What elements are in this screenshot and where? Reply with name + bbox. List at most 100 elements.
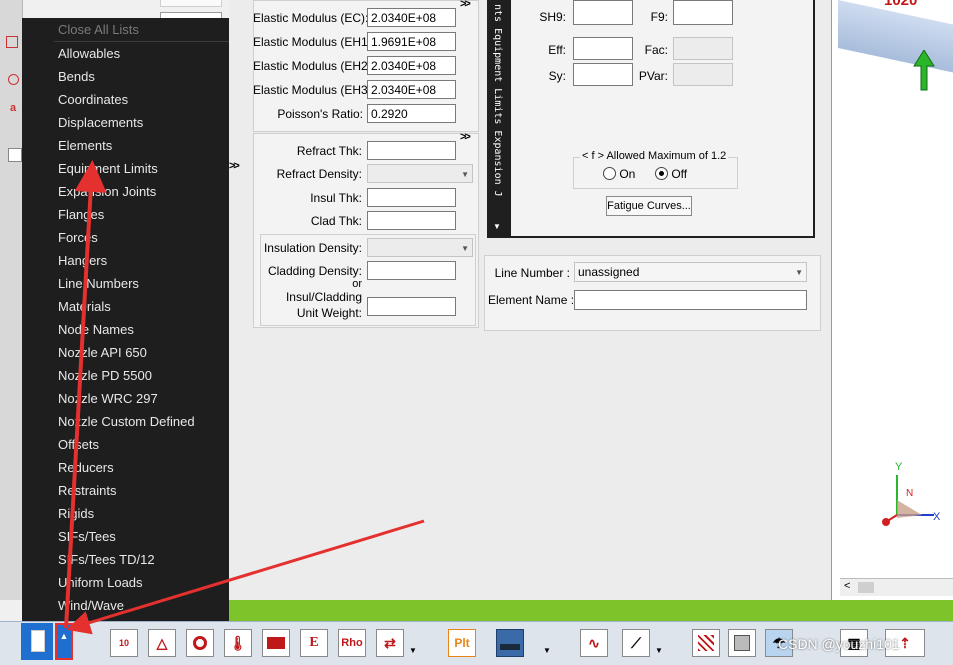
circle-tool-icon[interactable] xyxy=(8,74,19,85)
unit-weight-label-1: Insul/Cladding xyxy=(285,290,362,304)
hatch-icon xyxy=(698,635,714,651)
material-field-input[interactable]: 1.9691E+08 xyxy=(367,32,456,51)
sh9-label: SH9: xyxy=(539,10,566,24)
plot-button[interactable]: Plt xyxy=(448,629,476,657)
pipe-add-button[interactable]: ⟋ xyxy=(622,629,650,657)
thermometer-icon: 🌡 xyxy=(229,634,247,651)
collapse-chevron[interactable]: >> xyxy=(229,160,240,172)
material-field-input[interactable]: 0.2920 xyxy=(367,104,456,123)
node-number-button[interactable]: 10 xyxy=(110,629,138,657)
allowed-max-group-label: < f > Allowed Maximum of 1.2 xyxy=(580,150,729,162)
ship-button[interactable] xyxy=(496,629,524,657)
lines-icon: ⇄ xyxy=(384,634,396,651)
sy-input[interactable] xyxy=(573,63,633,86)
menu-item[interactable]: Allowables xyxy=(22,42,229,65)
pvar-label: PVar: xyxy=(638,69,668,83)
menu-item[interactable]: Restraints xyxy=(22,479,229,502)
menu-item[interactable]: Uniform Loads xyxy=(22,571,229,594)
radio-off-indicator xyxy=(655,167,668,180)
material-field-label: Elastic Modulus (EC): xyxy=(253,11,369,25)
line-type-dropdown-icon[interactable]: ▼ xyxy=(409,646,417,655)
insulation-density-combo: ▼ xyxy=(367,238,473,257)
element-name-input[interactable] xyxy=(574,290,807,310)
menu-item[interactable]: Expansion Joints xyxy=(22,180,229,203)
cube-icon xyxy=(734,635,750,651)
fac-input xyxy=(673,37,733,60)
menu-item[interactable]: Equipment Limits xyxy=(22,157,229,180)
elastic-modulus-button[interactable]: E xyxy=(300,629,328,657)
material-field-input[interactable]: 2.0340E+08 xyxy=(367,80,456,99)
menu-item[interactable]: Node Names xyxy=(22,318,229,341)
menu-item[interactable]: SIFs/Tees TD/12 xyxy=(22,548,229,571)
toolbox-button[interactable] xyxy=(262,629,290,657)
menu-item[interactable]: Nozzle WRC 297 xyxy=(22,387,229,410)
menu-item[interactable]: Displacements xyxy=(22,111,229,134)
menu-item[interactable]: Line Numbers xyxy=(22,272,229,295)
tab-scroll-down-icon[interactable]: ▼ xyxy=(493,222,501,231)
clad-thk-input[interactable] xyxy=(367,211,456,230)
eff-input[interactable] xyxy=(573,37,633,60)
menu-item[interactable]: Offsets xyxy=(22,433,229,456)
menu-item[interactable]: Nozzle API 650 xyxy=(22,341,229,364)
cladding-density-label: Cladding Density: xyxy=(267,264,362,278)
fatigue-curves-button[interactable]: Fatigue Curves... xyxy=(606,196,692,216)
f9-input[interactable] xyxy=(673,0,733,25)
material-field-label: Poisson's Ratio: xyxy=(277,107,363,121)
menu-item[interactable]: SIFs/Tees xyxy=(22,525,229,548)
label-tool-icon[interactable] xyxy=(8,148,22,162)
cladding-density-input[interactable] xyxy=(367,261,456,280)
line-number-label: Line Number : xyxy=(494,266,570,280)
waveform-button[interactable]: ∿ xyxy=(580,629,608,657)
scroll-left-icon[interactable]: < xyxy=(844,580,850,592)
unit-weight-input[interactable] xyxy=(367,297,456,316)
menu-item[interactable]: Flanges xyxy=(22,203,229,226)
rect-tool-icon[interactable] xyxy=(6,36,18,48)
refract-thk-input[interactable] xyxy=(367,141,456,160)
menu-item[interactable]: Coordinates xyxy=(22,88,229,111)
flange-button[interactable] xyxy=(186,629,214,657)
menu-item[interactable]: Bends xyxy=(22,65,229,88)
axis-y-label: Y xyxy=(895,461,903,473)
line-type-button[interactable]: ⇄ xyxy=(376,629,404,657)
scroll-thumb[interactable] xyxy=(858,582,874,593)
or-label: or xyxy=(352,278,362,290)
pipe-dropdown-icon[interactable]: ▼ xyxy=(655,646,663,655)
menu-item[interactable]: Forces xyxy=(22,226,229,249)
fac-label: Fac: xyxy=(644,43,668,57)
material-field-input[interactable]: 2.0340E+08 xyxy=(367,56,456,75)
vertical-tab-strip[interactable]: nts Equipment Limits Expansion J xyxy=(490,0,506,222)
insulation-expand-chevron[interactable]: >> xyxy=(460,131,471,143)
radio-on-label: On xyxy=(619,167,636,181)
material-field-input[interactable]: 2.0340E+08 xyxy=(367,8,456,27)
e-icon: E xyxy=(309,635,319,650)
lists-button[interactable] xyxy=(21,623,53,660)
menu-item[interactable]: Elements xyxy=(22,134,229,157)
menu-item-close-all[interactable]: Close All Lists xyxy=(22,18,229,41)
lists-dropdown-button[interactable]: ▲ xyxy=(55,623,73,660)
menu-item[interactable]: Rigids xyxy=(22,502,229,525)
text-tool-icon[interactable]: a xyxy=(10,102,16,114)
radio-on[interactable]: On xyxy=(603,167,635,181)
cube-button[interactable] xyxy=(728,629,756,657)
line-number-combo[interactable]: unassigned ▼ xyxy=(574,262,807,282)
toolbox-icon xyxy=(267,637,285,649)
menu-item[interactable]: Hangers xyxy=(22,249,229,272)
menu-item[interactable]: Reducers xyxy=(22,456,229,479)
delta-button[interactable]: △ xyxy=(148,629,176,657)
menu-item[interactable]: Nozzle Custom Defined xyxy=(22,410,229,433)
insul-thk-input[interactable] xyxy=(367,188,456,207)
horizontal-scrollbar[interactable]: < xyxy=(840,578,953,596)
model-3d-view[interactable]: 1020 Y X N < xyxy=(831,0,953,600)
density-button[interactable]: Rho xyxy=(338,629,366,657)
menu-item[interactable]: Materials xyxy=(22,295,229,318)
expand-chevron[interactable]: >> xyxy=(460,0,471,10)
radio-off[interactable]: Off xyxy=(655,167,687,181)
hatch-button[interactable] xyxy=(692,629,720,657)
sh9-input[interactable] xyxy=(573,0,633,25)
menu-item[interactable]: Nozzle PD 5500 xyxy=(22,364,229,387)
waveform-icon: ∿ xyxy=(588,634,600,651)
temperature-button[interactable]: 🌡 xyxy=(224,629,252,657)
ship-icon xyxy=(500,644,520,650)
menu-item[interactable]: Wind/Wave xyxy=(22,594,229,617)
ship-dropdown-icon[interactable]: ▼ xyxy=(543,646,551,655)
